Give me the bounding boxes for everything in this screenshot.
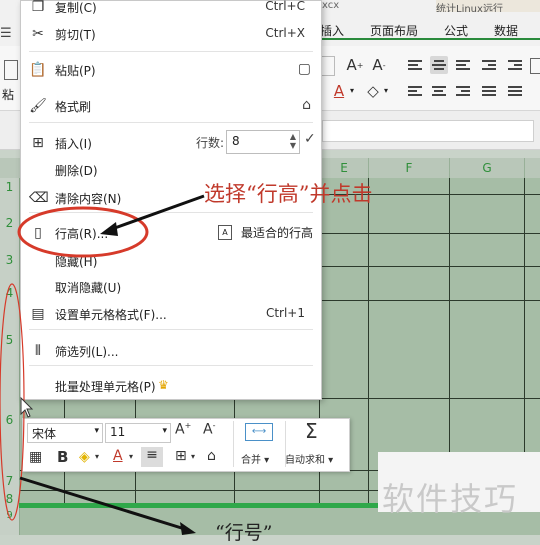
- bottom-arrowhead: [180, 522, 196, 535]
- bottom-arrow-line: [19, 476, 189, 532]
- annotation-overlay: [0, 194, 205, 535]
- red-circle-highlight: [17, 206, 149, 258]
- pointer-arrow-line: [111, 194, 205, 231]
- row-header-highlight: [0, 283, 25, 521]
- mouse-cursor-icon: [20, 396, 34, 418]
- pointer-arrowhead: [100, 222, 118, 236]
